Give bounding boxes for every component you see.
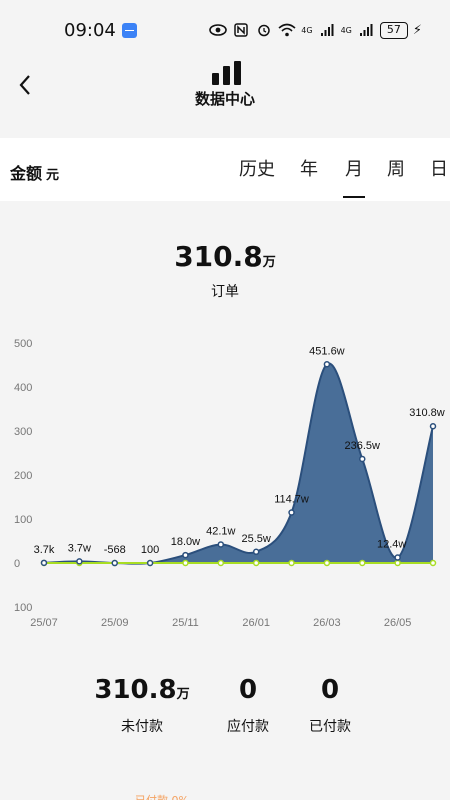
status-left: 09:04 xyxy=(64,20,137,41)
nfc-icon xyxy=(234,23,249,37)
status-time: 09:04 xyxy=(64,19,116,41)
series-point xyxy=(111,559,118,567)
data-label: 236.5w xyxy=(345,440,381,452)
y-tick-label: 100 xyxy=(14,514,32,526)
page-title: 数据中心 xyxy=(194,90,255,108)
monthly-amount-chart[interactable]: 500 400 300 200 100 0 100 25/07 25/09 25/11 26/01 2… xyxy=(0,325,450,635)
series-point xyxy=(359,455,366,463)
stat-unpaid-unit: 万 xyxy=(176,687,190,702)
y-tick-label: 100 xyxy=(14,602,32,614)
filter-bar: 金额元 历史 年 月 周 日 xyxy=(0,138,450,201)
status-right: 4G 4G 57 ⚡ xyxy=(209,21,422,39)
data-label: 42.1w xyxy=(206,525,235,537)
data-label: 12.4w xyxy=(377,539,406,551)
data-label: 451.6w xyxy=(309,345,345,357)
amount-label: 金额 xyxy=(10,164,43,183)
series-point xyxy=(182,551,189,559)
tab-history[interactable]: 历史 xyxy=(239,155,275,181)
series-point xyxy=(40,559,48,567)
x-tick-label: 26/03 xyxy=(313,617,341,629)
stat-unpaid-label: 未付款 xyxy=(121,719,163,735)
summary-unit: 万 xyxy=(262,255,276,270)
series-2-point xyxy=(359,559,366,567)
active-tab-indicator xyxy=(343,196,365,198)
alarm-icon xyxy=(258,24,271,37)
summary-value: 310.8万 xyxy=(0,240,450,273)
footer-peek-text: 已付款 0% xyxy=(135,792,189,800)
series-2-point xyxy=(182,559,189,567)
series-2-point xyxy=(252,559,260,567)
stat-paid-number: 0 xyxy=(320,675,340,705)
amount-selector[interactable]: 金额元 xyxy=(10,160,59,184)
stat-paid-value: 0 xyxy=(280,675,380,705)
signal-4g-label-2: 4G xyxy=(340,25,352,35)
series-point xyxy=(76,558,83,565)
battery-indicator: 57 xyxy=(379,21,408,39)
series-2-point xyxy=(323,559,331,567)
data-label: 3.7k xyxy=(34,544,55,556)
wifi-icon xyxy=(278,23,296,37)
data-label: 310.8w xyxy=(409,407,445,419)
series-point xyxy=(394,554,401,561)
series-point xyxy=(217,541,225,548)
series-2-point xyxy=(429,559,437,567)
y-tick-label: 400 xyxy=(14,382,32,394)
data-label: 100 xyxy=(141,544,159,556)
tab-day[interactable]: 日 xyxy=(430,155,448,181)
series-2-point xyxy=(394,559,401,567)
series-point xyxy=(146,559,154,567)
tab-year[interactable]: 年 xyxy=(300,155,318,181)
stat-unpaid-value: 310.8万 xyxy=(82,675,202,705)
y-tick-label: 300 xyxy=(14,426,32,438)
signal-icon-2 xyxy=(359,24,373,36)
data-label: -568 xyxy=(104,544,126,556)
series-point xyxy=(288,509,295,516)
status-bar: 09:04 4G 4G 57 ⚡ xyxy=(0,0,450,60)
x-tick-label: 25/07 xyxy=(30,617,58,629)
summary-label: 订单 xyxy=(211,284,239,300)
data-label: 18.0w xyxy=(171,536,200,548)
x-tick-label: 25/09 xyxy=(101,617,129,629)
eye-icon xyxy=(209,24,228,36)
charging-icon: ⚡ xyxy=(412,22,422,38)
series-2-point xyxy=(217,559,225,567)
x-tick-label: 25/11 xyxy=(172,617,199,629)
bottom-stats: 310.8万 未付款 0 应付款 0 已付款 xyxy=(0,675,450,745)
data-label: 25.5w xyxy=(242,533,271,545)
stat-unpaid-number: 310.8 xyxy=(94,675,177,705)
signal-icon xyxy=(320,24,334,36)
stat-payable-number: 0 xyxy=(238,675,258,705)
y-tick-label: 0 xyxy=(14,558,20,570)
bar-chart-icon xyxy=(212,61,241,85)
summary-number: 310.8 xyxy=(174,240,263,273)
usb-debug-icon xyxy=(121,22,137,38)
tab-month[interactable]: 月 xyxy=(345,155,363,181)
data-label: 114.7w xyxy=(274,494,309,506)
x-tick-label: 26/01 xyxy=(242,617,270,629)
tab-week[interactable]: 周 xyxy=(387,155,405,181)
series-2-point xyxy=(288,559,295,567)
x-tick-label: 26/05 xyxy=(384,617,412,629)
stat-paid-label: 已付款 xyxy=(309,719,351,735)
y-tick-label: 500 xyxy=(14,338,32,350)
nav-bar: 数据中心 xyxy=(0,60,450,135)
series-area xyxy=(44,363,433,564)
series-point xyxy=(429,422,437,430)
data-label: 3.7w xyxy=(68,542,91,554)
series-point xyxy=(252,548,260,556)
series-point xyxy=(323,361,331,368)
signal-4g-label-1: 4G xyxy=(301,25,313,35)
y-tick-label: 200 xyxy=(14,470,32,482)
amount-unit: 元 xyxy=(46,168,60,183)
